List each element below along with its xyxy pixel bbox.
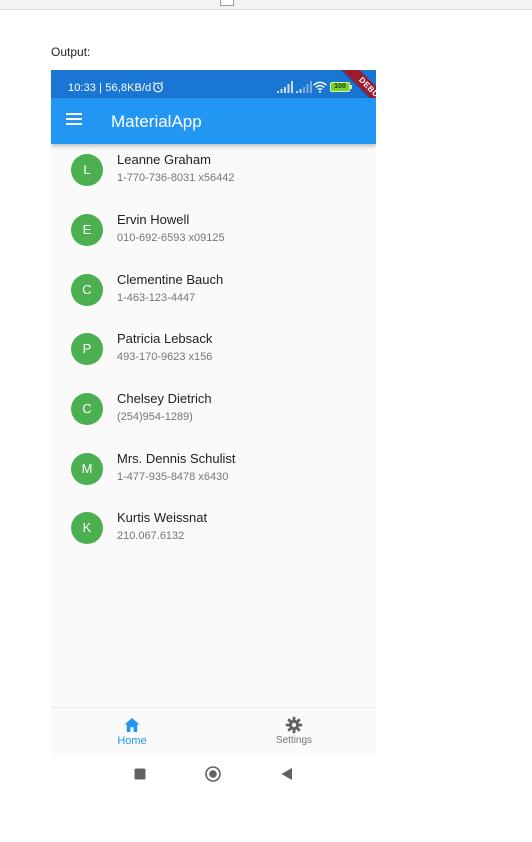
signal-icon <box>296 81 312 93</box>
avatar: C <box>71 393 103 425</box>
gear-icon <box>285 716 303 734</box>
contact-name: Patricia Lebsack <box>117 331 213 346</box>
contact-name: Chelsey Dietrich <box>117 391 212 406</box>
home-circle-icon[interactable] <box>205 766 221 782</box>
list-item[interactable]: C Clementine Bauch 1-463-123-4447 <box>51 264 376 324</box>
contact-phone: 010-692-6593 x09125 <box>117 232 225 244</box>
recents-square-icon[interactable] <box>132 766 148 782</box>
avatar: C <box>71 274 103 306</box>
avatar: E <box>71 214 103 246</box>
status-time: 10:33 | 56,8KB/d <box>68 82 152 94</box>
output-label: Output: <box>51 45 91 59</box>
list-item[interactable]: E Ervin Howell 010-692-6593 x09125 <box>51 204 376 264</box>
contact-name: Mrs. Dennis Schulist <box>117 451 236 466</box>
nav-home-label: Home <box>117 735 147 747</box>
resize-handle[interactable] <box>220 0 234 6</box>
contact-phone: 1-477-935-8478 x6430 <box>117 471 229 483</box>
menu-icon[interactable] <box>66 113 82 127</box>
phone-screen: 10:33 | 56,8KB/d 100 DEBUG MaterialApp L… <box>51 70 376 794</box>
avatar: K <box>71 512 103 544</box>
contact-name: Ervin Howell <box>117 212 190 227</box>
list-item[interactable]: L Leanne Graham 1-770-736-8031 x56442 <box>51 144 376 204</box>
contact-name: Leanne Graham <box>117 152 211 167</box>
nav-settings-label: Settings <box>275 735 313 746</box>
contact-phone: (254)954-1289) <box>117 411 193 423</box>
avatar: M <box>71 453 103 485</box>
status-bar: 10:33 | 56,8KB/d 100 <box>51 70 376 98</box>
bottom-navigation: Home Settings <box>51 707 376 754</box>
back-triangle-icon[interactable] <box>279 766 295 782</box>
contact-name: Kurtis Weissnat <box>117 510 208 525</box>
list-item[interactable]: P Patricia Lebsack 493-170-9623 x156 <box>51 323 376 383</box>
alarm-icon <box>152 81 164 93</box>
battery-icon: 100 <box>330 82 352 92</box>
nav-home[interactable]: Home <box>105 708 159 755</box>
contact-phone: 210.067.6132 <box>117 530 185 542</box>
contact-phone: 493-170-9623 x156 <box>117 351 213 363</box>
avatar: P <box>71 333 103 365</box>
home-icon <box>124 718 140 732</box>
avatar: L <box>71 154 103 186</box>
browser-top-strip <box>0 0 532 10</box>
system-navigation-bar <box>51 754 376 794</box>
signal-icon <box>277 81 293 93</box>
list-item[interactable]: M Mrs. Dennis Schulist 1-477-935-8478 x6… <box>51 443 376 503</box>
contact-name: Clementine Bauch <box>117 272 224 287</box>
app-bar: MaterialApp <box>51 98 376 144</box>
list-item[interactable]: C Chelsey Dietrich (254)954-1289) <box>51 383 376 443</box>
list-item[interactable]: K Kurtis Weissnat 210.067.6132 <box>51 502 376 562</box>
app-bar-title: MaterialApp <box>111 112 202 131</box>
nav-settings[interactable]: Settings <box>267 708 321 755</box>
wifi-icon <box>313 81 327 93</box>
contact-phone: 1-770-736-8031 x56442 <box>117 172 235 184</box>
contact-phone: 1-463-123-4447 <box>117 292 196 304</box>
